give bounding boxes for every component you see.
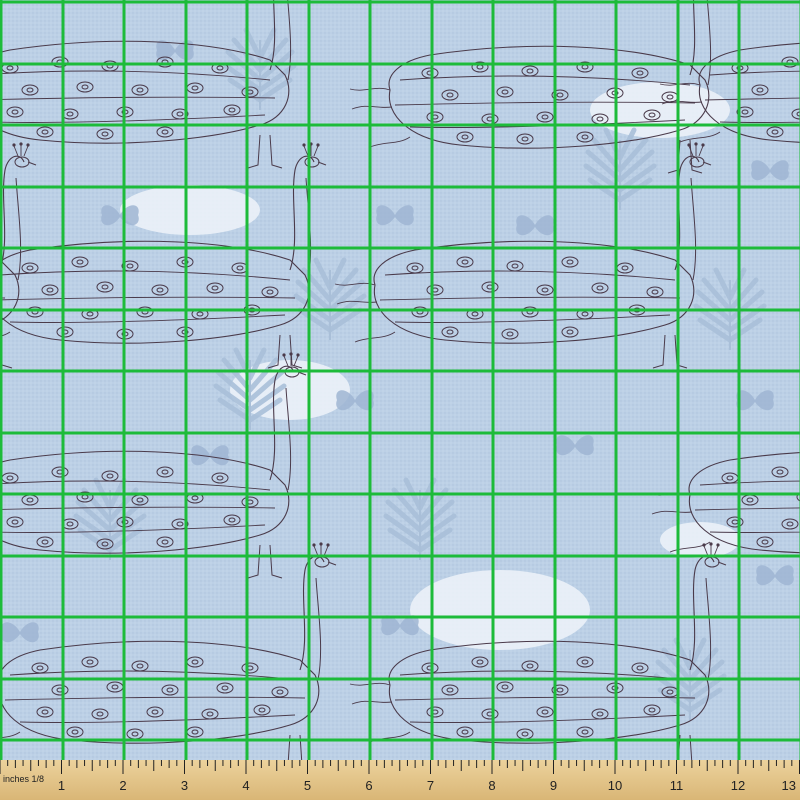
ruler-tick-label: 9 — [550, 778, 557, 793]
ruler-tick-label: 5 — [304, 778, 311, 793]
ruler-tick-label: 12 — [731, 778, 745, 793]
ruler-tick-label: 8 — [488, 778, 495, 793]
ruler-tick-label: 10 — [608, 778, 622, 793]
inch-ruler: 1 2 3 4 5 6 7 8 9 10 11 12 13 inches 1/8 — [0, 760, 800, 800]
ruler-tick-label: 6 — [365, 778, 372, 793]
ruler-tick-label: 3 — [181, 778, 188, 793]
ruler-tick-label: 4 — [242, 778, 249, 793]
ruler-tick-label: 11 — [670, 778, 684, 793]
ruler-tick-label: 7 — [427, 778, 434, 793]
ruler-tick-label: 2 — [119, 778, 126, 793]
ruler-tick-label: 1 — [58, 778, 65, 793]
fabric-swatch-image: 1 2 3 4 5 6 7 8 9 10 11 12 13 inches 1/8 — [0, 0, 800, 800]
ruler-tick-label: 13 — [782, 778, 796, 793]
peacock-pattern-fabric — [0, 0, 800, 760]
ruler-unit-label: inches 1/8 — [3, 774, 44, 784]
